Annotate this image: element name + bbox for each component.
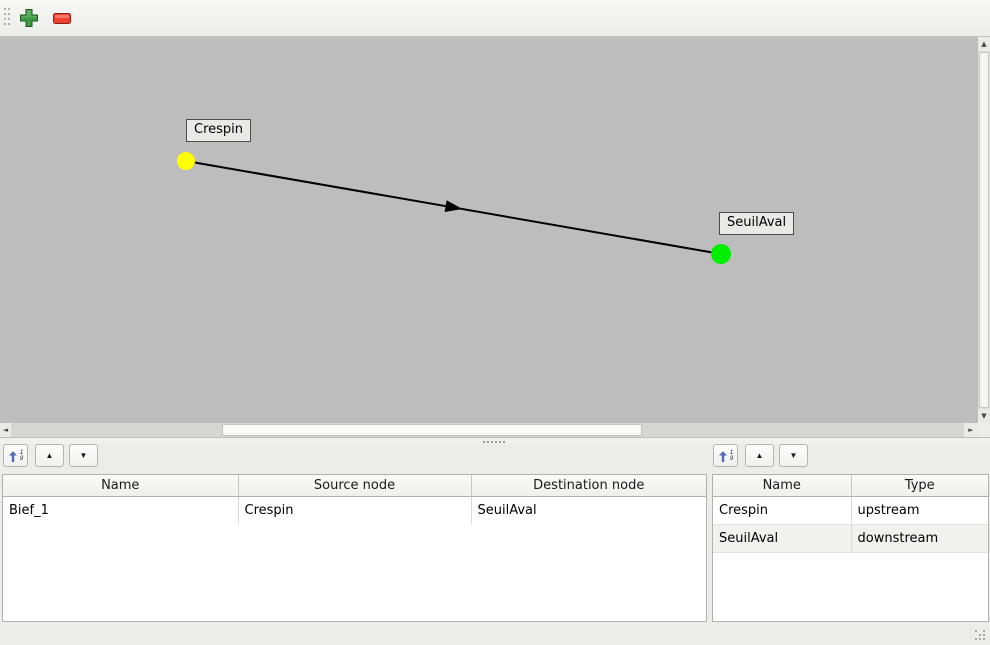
- node-label[interactable]: SeuilAval: [719, 212, 794, 235]
- table-cell[interactable]: SeuilAval: [713, 524, 851, 552]
- column-header[interactable]: Source node: [238, 475, 471, 496]
- sort-ascending-icon: 1 9: [718, 449, 733, 463]
- table-cell[interactable]: SeuilAval: [471, 496, 706, 524]
- move-down-icon: ▼: [80, 452, 88, 460]
- horizontal-scroll-thumb[interactable]: [222, 424, 642, 436]
- table-cell[interactable]: Crespin: [238, 496, 471, 524]
- scroll-down-icon[interactable]: ▼: [978, 409, 990, 423]
- node-move-down-button[interactable]: ▼: [779, 444, 808, 467]
- main-toolbar: [0, 0, 990, 37]
- header-row: NameType: [713, 475, 988, 496]
- network-node[interactable]: [711, 244, 731, 264]
- reach-move-down-button[interactable]: ▼: [69, 444, 98, 467]
- reach-table: NameSource nodeDestination nodeBief_1Cre…: [3, 475, 706, 524]
- scroll-left-icon[interactable]: ◄: [0, 423, 11, 437]
- sort-digit-9: 9: [20, 456, 23, 462]
- reach-sort-button[interactable]: 1 9: [3, 444, 28, 467]
- move-down-icon: ▼: [790, 452, 798, 460]
- scroll-up-icon[interactable]: ▲: [978, 37, 990, 51]
- sort-digit-9: 9: [730, 456, 733, 462]
- move-up-icon: ▲: [46, 452, 54, 460]
- table-cell[interactable]: Bief_1: [3, 496, 238, 524]
- add-icon: [19, 8, 39, 31]
- canvas-vertical-scrollbar[interactable]: ▲ ▼: [978, 37, 990, 423]
- toolbar-drag-handle[interactable]: [4, 8, 12, 28]
- network-canvas[interactable]: Crespin SeuilAval: [0, 37, 978, 423]
- remove-icon: [53, 12, 71, 27]
- vertical-scroll-thumb[interactable]: [979, 52, 989, 408]
- node-table-panel: NameTypeCrespinupstreamSeuilAvaldownstre…: [712, 474, 989, 622]
- column-header[interactable]: Destination node: [471, 475, 706, 496]
- table-row[interactable]: SeuilAvaldownstream: [713, 524, 988, 552]
- reach-table-panel: NameSource nodeDestination nodeBief_1Cre…: [2, 474, 707, 622]
- panel-splitter[interactable]: [0, 437, 990, 444]
- reach-move-up-button[interactable]: ▲: [35, 444, 64, 467]
- column-header[interactable]: Name: [713, 475, 851, 496]
- network-node[interactable]: [177, 152, 195, 170]
- table-cell[interactable]: Crespin: [713, 496, 851, 524]
- application-window: CrespinSeuilAval ▲ ▼ ◄ ► 1 9 ▲ ▼: [0, 0, 990, 645]
- column-header[interactable]: Type: [851, 475, 988, 496]
- scrollbar-corner: [978, 423, 990, 437]
- sort-ascending-icon: 1 9: [8, 449, 23, 463]
- node-sort-button[interactable]: 1 9: [713, 444, 738, 467]
- scroll-right-icon[interactable]: ►: [964, 423, 978, 437]
- add-button[interactable]: [16, 6, 42, 32]
- table-cell[interactable]: upstream: [851, 496, 988, 524]
- canvas-horizontal-scrollbar[interactable]: ◄ ►: [0, 423, 978, 437]
- column-header[interactable]: Name: [3, 475, 238, 496]
- move-up-icon: ▲: [756, 452, 764, 460]
- table-row[interactable]: Crespinupstream: [713, 496, 988, 524]
- node-move-up-button[interactable]: ▲: [745, 444, 774, 467]
- edge-direction-arrow-icon: [445, 200, 464, 215]
- remove-button[interactable]: [49, 6, 75, 32]
- table-row[interactable]: Bief_1CrespinSeuilAval: [3, 496, 706, 524]
- status-bar: [0, 623, 990, 645]
- resize-grip-icon[interactable]: [975, 630, 987, 642]
- node-table: NameTypeCrespinupstreamSeuilAvaldownstre…: [713, 475, 988, 553]
- header-row: NameSource nodeDestination node: [3, 475, 706, 496]
- table-cell[interactable]: downstream: [851, 524, 988, 552]
- node-label[interactable]: Crespin: [186, 119, 251, 142]
